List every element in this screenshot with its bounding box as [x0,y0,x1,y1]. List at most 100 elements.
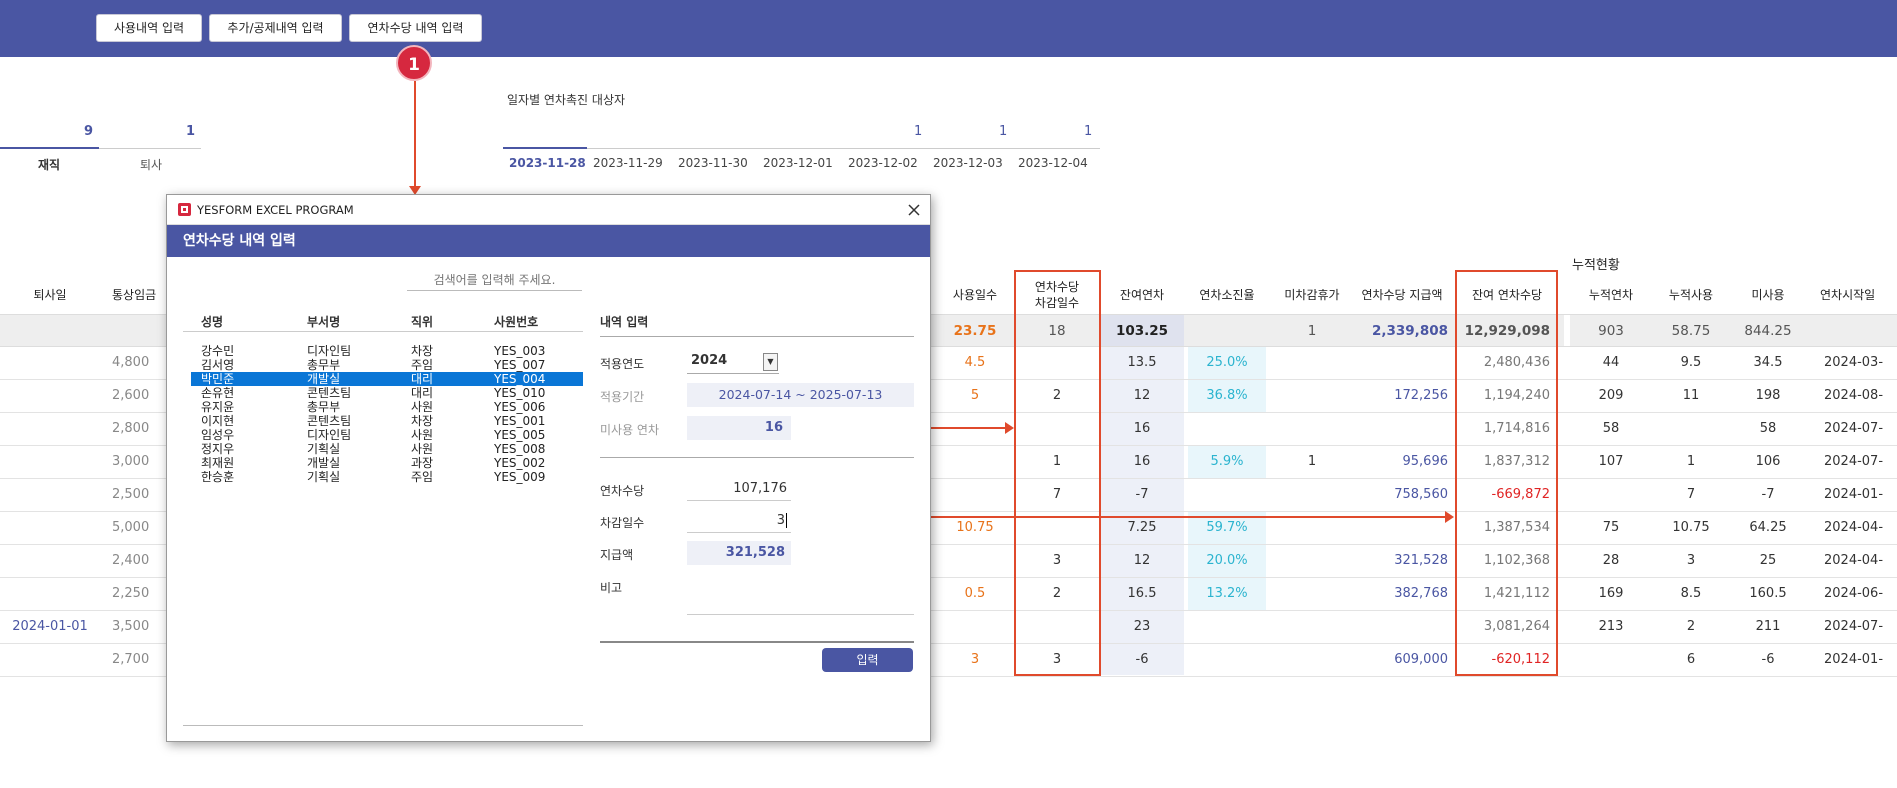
employee-name[interactable]: 임성우 [201,428,234,443]
cell-allowance-paid [1352,413,1448,445]
cell-allowance-paid: 172,256 [1394,388,1448,403]
employee-name[interactable]: 김서영 [201,358,234,373]
cell-leave-start: 2024-07- [1824,421,1884,436]
remaining-allowance-highlight [1455,270,1558,676]
col-wage: 통상임금 [112,288,157,302]
cell-retire-date [0,545,100,577]
cell-wage: 2,400 [112,553,150,568]
arrow-head-icon [1005,422,1014,434]
dialog-titlebar: YESFORM EXCEL PROGRAM [167,195,930,225]
list-bottom-divider [183,725,583,726]
close-icon[interactable] [907,203,921,217]
employee-dept: 콘텐츠팀 [307,386,352,400]
deduct-label: 차감일수 [600,516,645,530]
cell-retire-date [0,347,100,379]
tab-retired[interactable]: 퇴사 [140,156,162,173]
cell-cum-used: 3 [1686,553,1696,568]
cell-leave-start: 2024-06- [1824,586,1884,601]
promo-count-5: 1 [999,124,1008,139]
employee-name[interactable]: 정지우 [201,442,234,457]
deduct-days-highlight [1014,270,1101,676]
cell-undeducted [1272,578,1352,610]
cell-allowance-paid: 95,696 [1402,454,1449,469]
employee-position: 주임 [411,470,434,484]
promo-date-tab-4[interactable]: 2023-12-02 [848,156,918,170]
chevron-down-icon[interactable]: ▼ [763,353,778,371]
employee-name[interactable]: 박민준 [201,372,234,387]
allowance-entry-button[interactable]: 연차수당 내역 입력 [349,14,482,42]
cell-used-days [936,479,1014,511]
cell-retire-date [0,446,100,478]
promo-date-tab-2[interactable]: 2023-11-30 [678,156,748,170]
promo-date-tab-0[interactable]: 2023-11-28 [509,156,586,170]
col-leave-start: 연차시작일 [1820,288,1876,302]
cell-cum-used: 1 [1686,454,1696,469]
cell-wage: 4,800 [112,355,150,370]
employee-name[interactable]: 한승훈 [201,470,234,485]
cell-wage: 2,800 [112,421,150,436]
allowance-field[interactable]: 107,176 [687,477,791,501]
cell-undeducted [1272,380,1352,412]
deduct-days-field[interactable]: 3 [687,509,791,533]
cell-usage-rate: 25.0% [1188,347,1266,379]
employee-name[interactable]: 유지윤 [201,400,234,415]
cell-cum-used: 8.5 [1680,586,1702,601]
promo-date-tab-5[interactable]: 2023-12-03 [933,156,1003,170]
year-select[interactable]: 2024 ▼ [687,351,779,374]
cell-used-days [936,413,1014,445]
employee-position: 과장 [411,456,434,470]
cell-usage-rate [1188,413,1266,445]
cell-used-days: 5 [970,388,980,403]
cell-leave-start: 2024-03- [1824,355,1884,370]
employee-position: 사원 [411,428,434,442]
cell-undeducted [1272,545,1352,577]
cell-cum-unused: 34.5 [1753,355,1783,370]
cell-cum-leave: 107 [1598,454,1624,469]
cell-leave-start: 2024-04- [1824,553,1884,568]
employee-name[interactable]: 이지현 [201,414,234,429]
form-title: 내역 입력 [600,315,649,329]
employee-position: 차장 [411,344,434,358]
promo-date-tab-6[interactable]: 2023-12-04 [1018,156,1088,170]
employee-name[interactable]: 강수민 [201,344,234,359]
tab-divider [99,148,201,149]
employee-dept: 개발실 [307,372,341,386]
promo-date-tab-1[interactable]: 2023-11-29 [593,156,663,170]
promo-date-tab-3[interactable]: 2023-12-01 [763,156,833,170]
cell-allowance-paid: 321,528 [1394,553,1448,568]
list-header-name: 성명 [201,315,224,329]
cell-used-days [936,611,1014,643]
note-field[interactable] [687,575,914,615]
employee-name[interactable]: 손유현 [201,386,234,401]
cell-undeducted [1272,479,1352,511]
sum-cum-leave: 903 [1598,323,1624,339]
cell-remaining-leave: -6 [1135,652,1149,667]
cell-cum-leave: 169 [1598,586,1624,601]
employee-name[interactable]: 최재원 [201,456,234,471]
cell-undeducted [1272,611,1352,643]
cell-wage: 2,250 [112,586,150,601]
cell-wage: 2,500 [112,487,150,502]
search-input[interactable] [407,269,582,291]
cell-usage-rate: 36.8% [1188,380,1266,412]
note-label: 비고 [600,581,623,595]
col-cum-leave: 누적연차 [1588,288,1634,302]
submit-button[interactable]: 입력 [822,648,913,672]
cell-remaining-leave: -7 [1135,487,1149,502]
sum-cum-unused: 844.25 [1744,323,1792,339]
cell-leave-start: 2024-08- [1824,388,1884,403]
payment-label: 지급액 [600,548,634,562]
promo-title: 일자별 연차촉진 대상자 [507,93,626,107]
add-deduct-entry-button[interactable]: 추가/공제내역 입력 [209,14,342,42]
usage-entry-button[interactable]: 사용내역 입력 [96,14,202,42]
employee-dept: 디자인팀 [307,344,352,358]
arrow-head-icon [1445,511,1454,523]
employee-dept: 콘텐츠팀 [307,414,352,428]
employee-position: 대리 [411,386,434,400]
cell-cum-used: 7 [1686,487,1696,502]
dialog-title: 연차수당 내역 입력 [167,225,930,257]
cell-cum-leave [1570,644,1652,676]
arrow-line [930,516,1446,518]
tab-active[interactable]: 재직 [38,156,60,173]
cumulative-label: 누적현황 [1572,258,1620,273]
